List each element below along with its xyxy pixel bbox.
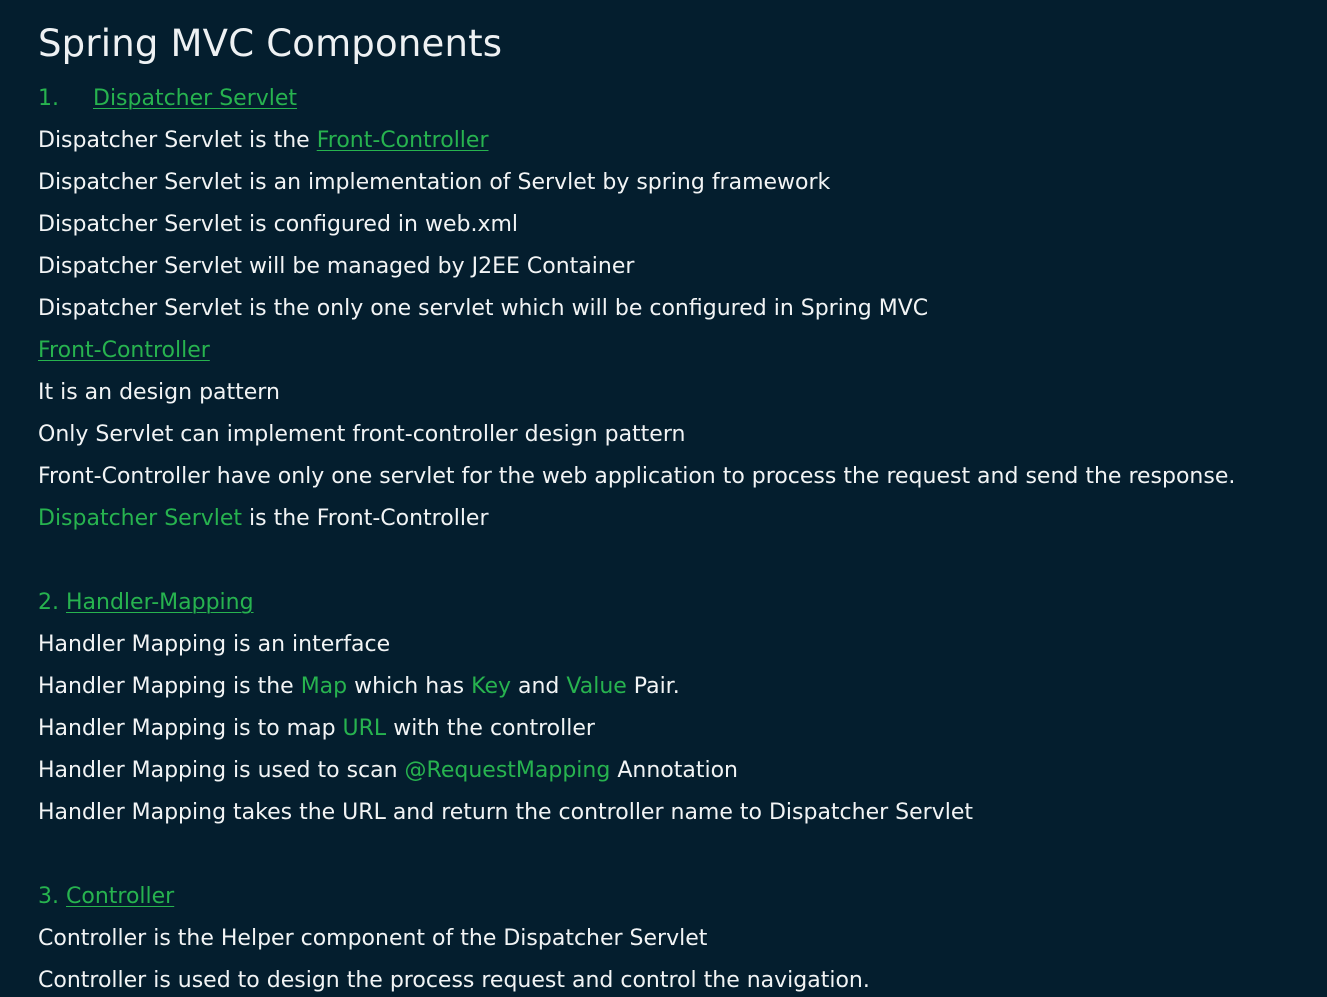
value-highlight: Value <box>566 674 627 699</box>
handler-mapping-link[interactable]: Handler-Mapping <box>66 590 254 615</box>
section-1-line-3: Dispatcher Servlet is configured in web.… <box>38 212 519 237</box>
section-2-number: 2. <box>38 590 59 615</box>
front-controller-link[interactable]: Front-Controller <box>317 128 489 153</box>
controller-link[interactable]: Controller <box>66 884 174 909</box>
section-2-line-2: Handler Mapping is the Map which has Key… <box>38 674 680 699</box>
request-mapping-highlight: @RequestMapping <box>404 758 611 783</box>
key-highlight: Key <box>471 674 511 699</box>
section-1-line-5: Dispatcher Servlet is the only one servl… <box>38 296 929 321</box>
section-1-line-7: Only Servlet can implement front-control… <box>38 422 686 447</box>
section-1-line-1: Dispatcher Servlet is the Front-Controll… <box>38 128 489 153</box>
section-1-heading: 1. Dispatcher Servlet <box>38 84 297 114</box>
section-1-line-2: Dispatcher Servlet is an implementation … <box>38 170 831 195</box>
section-2-line-5: Handler Mapping takes the URL and return… <box>38 800 973 825</box>
dispatcher-servlet-link[interactable]: Dispatcher Servlet <box>93 86 297 111</box>
map-highlight: Map <box>300 674 348 699</box>
section-2-line-4: Handler Mapping is used to scan @Request… <box>38 758 738 783</box>
slide: Spring MVC Components 1. Dispatcher Servl… <box>0 0 1327 997</box>
section-3-line-1: Controller is the Helper component of th… <box>38 926 708 951</box>
front-controller-heading: Front-Controller <box>38 336 210 366</box>
slide-title: Spring MVC Components <box>38 22 503 65</box>
section-3-heading: 3. Controller <box>38 882 174 912</box>
section-1-line-4: Dispatcher Servlet will be managed by J2… <box>38 254 635 279</box>
section-1-number: 1. <box>38 86 59 111</box>
section-1-line-8: Front-Controller have only one servlet f… <box>38 464 1236 489</box>
section-1-line-6: It is an design pattern <box>38 380 280 405</box>
front-controller-heading-link[interactable]: Front-Controller <box>38 338 210 363</box>
section-2-line-1: Handler Mapping is an interface <box>38 632 391 657</box>
section-3-line-2: Controller is used to design the process… <box>38 968 870 993</box>
section-2-heading: 2. Handler-Mapping <box>38 588 254 618</box>
dispatcher-servlet-highlight: Dispatcher Servlet <box>38 506 243 531</box>
url-highlight: URL <box>342 716 387 741</box>
section-2-line-3: Handler Mapping is to map URL with the c… <box>38 716 595 741</box>
section-1-line-9: Dispatcher Servlet is the Front-Controll… <box>38 506 489 531</box>
section-3-number: 3. <box>38 884 59 909</box>
